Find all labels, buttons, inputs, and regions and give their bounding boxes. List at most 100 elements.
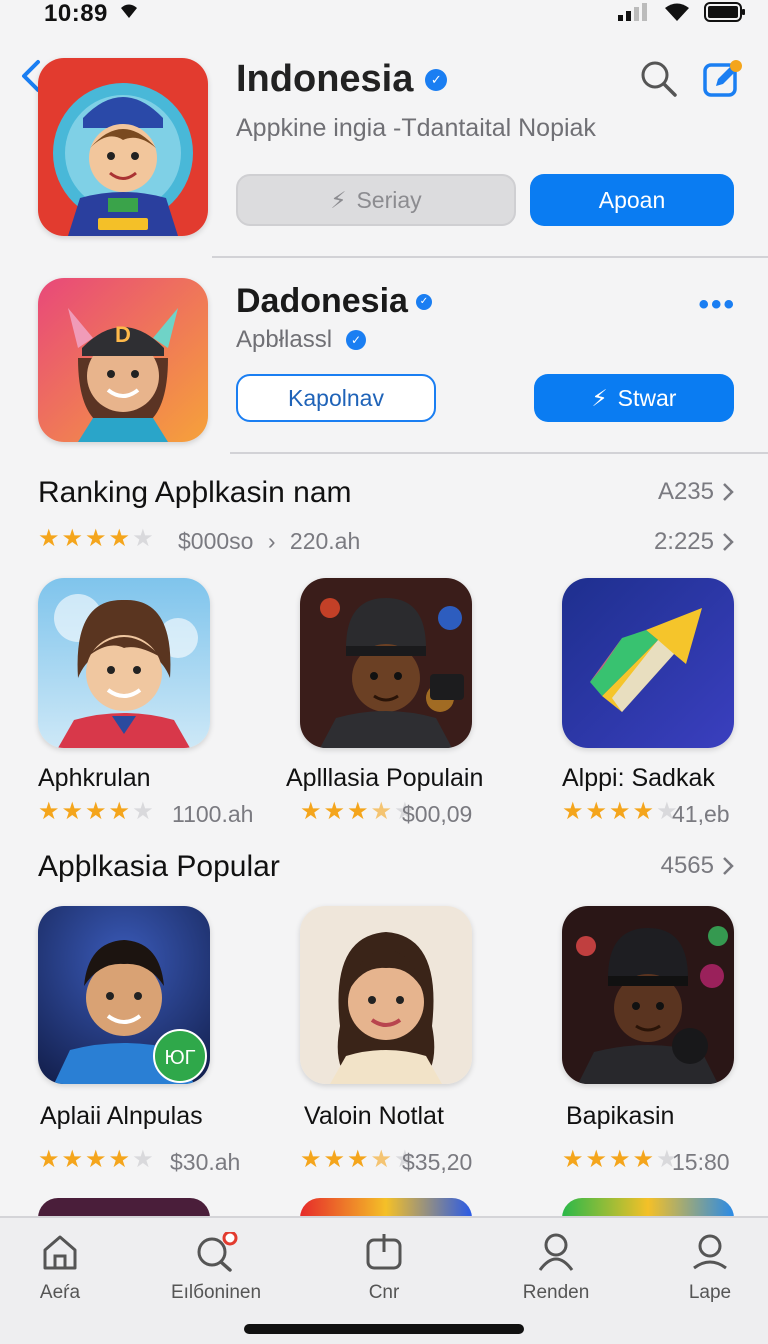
popular-count-link[interactable]: 4565 [661,852,734,880]
star-icon: ★ [609,1146,631,1173]
ranking-item-2-stars: ★ ★ ★ ★ ★ [300,800,416,824]
second-app-icon[interactable]: D [38,278,208,442]
popular-item-1-badge: ЮГ [164,1047,195,1069]
verified-badge-icon: ✓ [425,68,448,91]
home-indicator[interactable] [244,1324,524,1334]
hero-secondary-button[interactable]: ⚡ Seriay [236,174,516,226]
soldier-avatar-icon[interactable] [562,906,734,1084]
star-icon: ★ [38,525,60,552]
arrow-logo-icon[interactable] [562,578,734,748]
star-icon: ★ [323,1146,346,1173]
star-icon: ★ [347,1146,369,1173]
next-row-app-icon[interactable] [38,1198,210,1218]
tab-home[interactable]: Aeŕa [0,1232,130,1304]
popular-item-3-name[interactable]: Bapikasin [566,1102,674,1131]
star-icon: ★ [38,798,60,825]
tab-search[interactable]: Eılбoninen [146,1232,286,1304]
second-app-title: Dadonesia ✓ [236,282,432,321]
star-icon: ★ [61,1146,84,1173]
popular-item-1-name[interactable]: Aplaii Alnpulas [40,1102,203,1131]
hero-actions [640,58,744,100]
ranking-item-3-name[interactable]: Alppi: Sadkak [562,764,715,793]
tab-search-label: Eılбoninen [170,1282,262,1303]
battery-icon [704,2,745,22]
hero-app-icon[interactable] [38,58,208,236]
lightning-icon: ⚡ [591,384,608,411]
lightning-icon: ⚡ [330,186,347,213]
star-icon: ★ [300,798,322,825]
star-icon: ★ [132,1146,154,1173]
hero-title-text: Indonesia [236,58,414,100]
next-row-app-icon[interactable] [562,1198,734,1218]
second-app-subtitle: Apbłlassl ✓ [236,326,367,354]
person-avatar-icon[interactable] [38,578,210,748]
second-outline-button[interactable]: Kapolnav [236,374,436,422]
wifi-icon [118,2,140,25]
divider [212,256,768,258]
profile-icon [693,1234,727,1270]
ranking-count-link[interactable]: A235 [658,478,734,506]
tab-apps[interactable]: Cnr [314,1232,454,1304]
ranking-count-link-2[interactable]: 2:225 [654,528,734,556]
second-app-title-text: Dadonesia [236,282,408,320]
star-icon: ★ [632,798,655,825]
hero-secondary-label: Seriay [356,186,422,213]
ranking-title: Ranking Apþlkasin nam [38,476,352,509]
ranking-stars: ★ ★ ★ ★ ★ [38,527,154,551]
star-icon: ★ [108,798,131,825]
second-primary-label: Stwar [617,384,677,411]
hero-primary-button[interactable]: Apoan [530,174,734,226]
tab-renden[interactable]: Renden [486,1232,626,1304]
star-icon: ★ [85,525,107,552]
star-icon: ★ [132,798,154,825]
ranking-item-1-meta: 1100.ah [172,801,254,827]
ranking-count-2: 2:225 [653,528,714,555]
tab-profile-label: Lape [688,1282,732,1303]
star-icon: ★ [85,1146,107,1173]
ranking-item-3-stars: ★ ★ ★ ★ ★ [562,800,678,824]
divider [230,452,768,454]
ranking-meta: 220.ah [289,528,361,554]
ranking-item-3-meta: 41,eb [672,801,730,827]
signal-icon [618,3,647,21]
star-icon: ★ [370,1146,393,1173]
popular-item-2-meta: $35,20 [402,1149,473,1175]
popular-count: 4565 [660,852,714,879]
popular-item-2-name[interactable]: Valoin Notlat [304,1102,444,1131]
star-icon: ★ [61,798,84,825]
status-icons [618,2,746,22]
second-outline-label: Kapolnav [288,384,384,411]
star-icon: ★ [108,1146,131,1173]
star-icon: ★ [61,525,84,552]
more-options-icon[interactable]: ••• [698,288,736,322]
hero-primary-label: Apoan [598,186,666,213]
star-icon: ★ [38,1146,60,1173]
ranking-item-2-name[interactable]: Aplllasia Populain [286,764,483,793]
status-bar: 10:89 [0,0,768,40]
soldier-avatar-icon[interactable] [300,578,472,748]
man-avatar-icon[interactable]: ЮГ [38,906,210,1084]
hero-subtitle: Appkine ingia -Tdantaital Nopiak [236,114,596,142]
verified-badge-icon: ✓ [346,330,367,350]
next-row-app-icon[interactable] [300,1198,472,1218]
tab-profile[interactable]: Lape [640,1232,768,1304]
chevron-right-icon [723,857,734,875]
chevron-right-icon [723,483,734,501]
star-icon: ★ [323,798,346,825]
verified-badge-icon: ✓ [415,293,432,310]
ranking-item-1-stars: ★ ★ ★ ★ ★ [38,800,154,824]
popular-item-3-stars: ★ ★ ★ ★ ★ [562,1148,678,1172]
edit-icon[interactable] [702,58,744,100]
star-icon: ★ [632,1146,655,1173]
ranking-count-1: A235 [657,478,714,505]
apps-icon [366,1234,402,1270]
search-icon[interactable] [640,60,678,98]
star-icon: ★ [585,798,608,825]
woman-avatar-icon[interactable] [300,906,472,1084]
chevron-right-icon [723,533,734,551]
second-primary-button[interactable]: ⚡ Stwar [534,374,734,422]
tab-renden-label: Renden [522,1282,590,1303]
star-icon: ★ [585,1146,608,1173]
ranking-item-1-name[interactable]: Aphkrulan [38,764,151,793]
star-icon: ★ [609,798,631,825]
